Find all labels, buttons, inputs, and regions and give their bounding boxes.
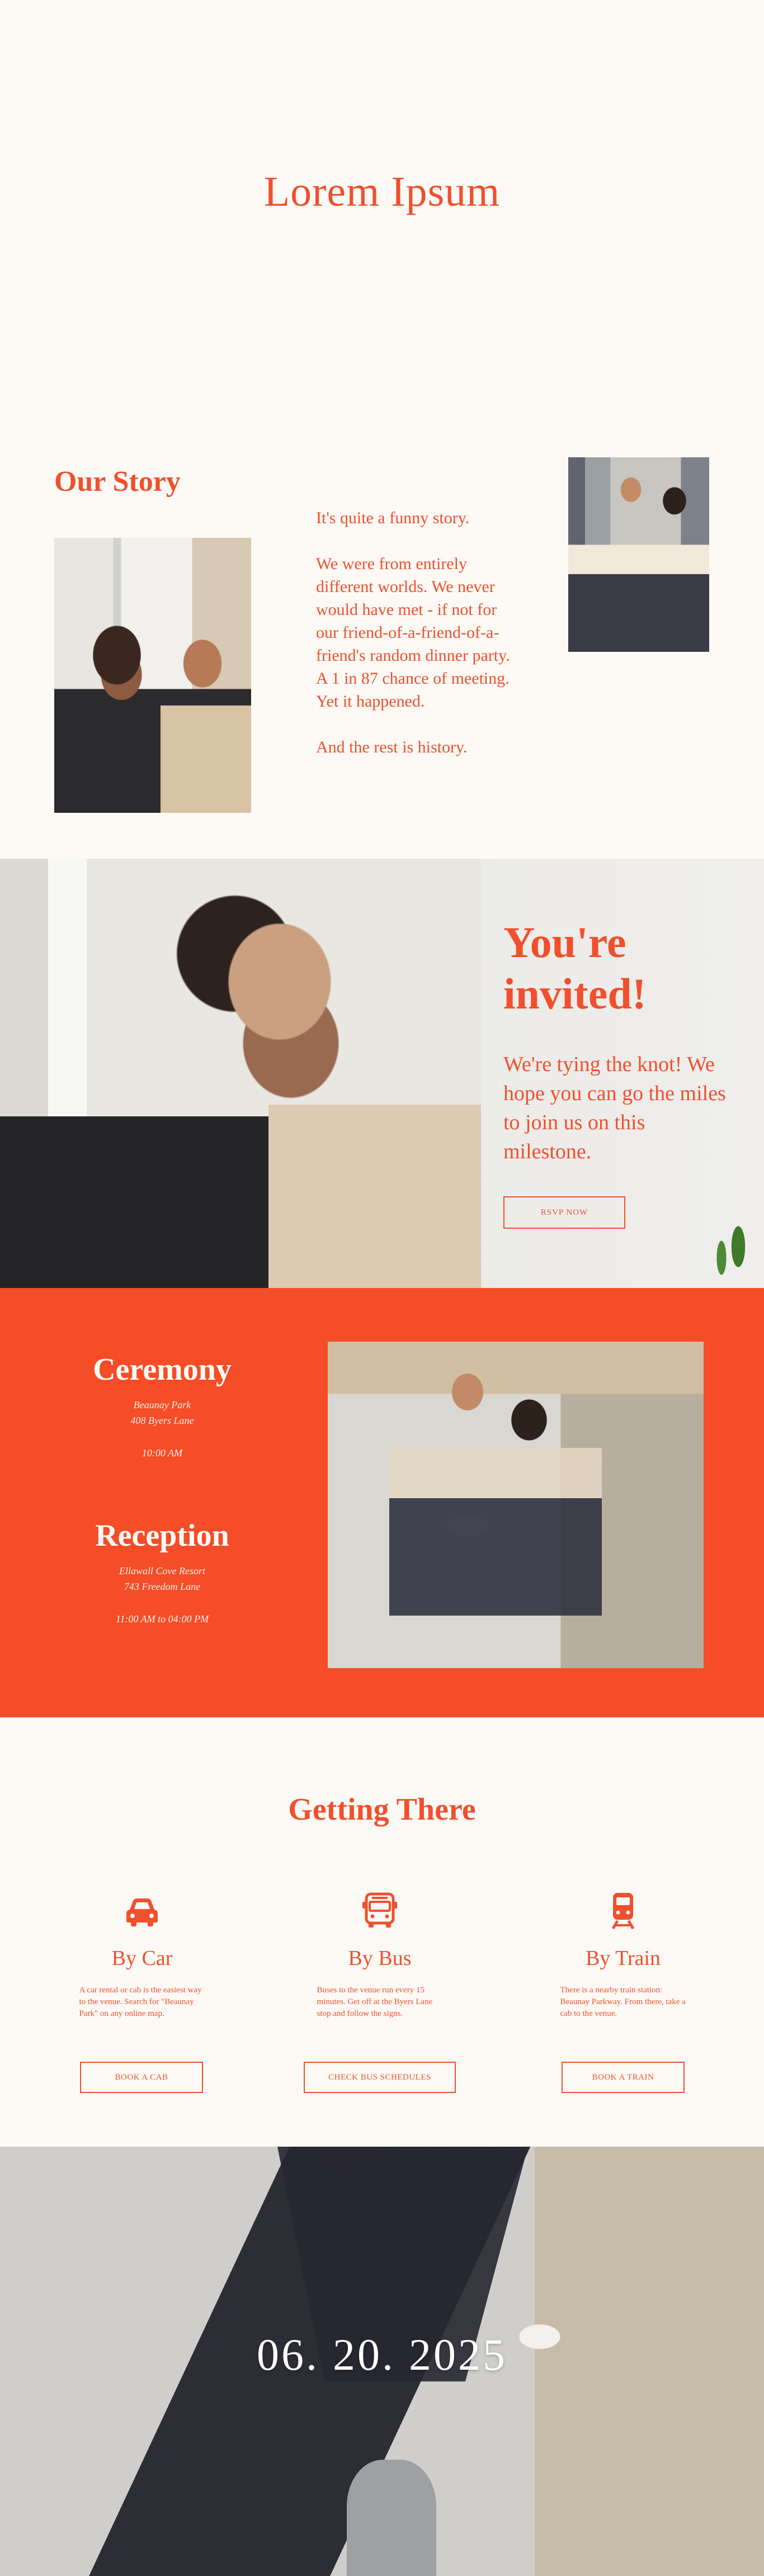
- reception-time: 11:00 AM to 04:00 PM: [115, 1613, 209, 1625]
- ceremony-time: 10:00 AM: [142, 1447, 183, 1459]
- car-icon: [126, 1898, 158, 1926]
- invite-photo-couple-embrace: [0, 859, 481, 1288]
- book-cab-button[interactable]: BOOK A CAB: [80, 2062, 203, 2093]
- travel-option-car: By Car A car rental or cab is the easies…: [58, 1888, 226, 2020]
- wedding-date: 06. 20. 2025: [257, 2331, 507, 2380]
- story-photo-couple-eating: [568, 457, 709, 652]
- story-paragraph: And the rest is history.: [316, 738, 468, 756]
- check-bus-schedules-button[interactable]: CHECK BUS SCHEDULES: [304, 2062, 456, 2093]
- event-photo-couple-floor: [328, 1342, 704, 1668]
- story-heading: Our Story: [54, 466, 181, 498]
- story-photo-couple-laughing: [54, 538, 251, 813]
- invite-heading: You're invited!: [503, 918, 647, 1018]
- reception-venue: Ellawall Cove Resort: [119, 1565, 205, 1576]
- travel-option-train: By Train There is a nearby train station…: [539, 1888, 707, 2020]
- travel-desc-car: A car rental or cab is the easiest way t…: [79, 1986, 202, 2018]
- ceremony-venue: Beaunay Park: [133, 1399, 191, 1410]
- hero-title: Lorem Ipsum: [263, 168, 501, 215]
- invite-text: We're tying the knot! We hope you can go…: [503, 1053, 726, 1163]
- ceremony-address: 408 Byers Lane: [130, 1415, 194, 1426]
- story-paragraph: We were from entirely different worlds. …: [316, 555, 510, 711]
- rsvp-button[interactable]: RSVP NOW: [503, 1196, 625, 1229]
- reception-block: Reception Ellawall Cove Resort 743 Freed…: [56, 1516, 268, 1627]
- ceremony-title: Ceremony: [93, 1352, 232, 1387]
- train-icon: [611, 1893, 635, 1930]
- travel-option-bus: By Bus Buses to the venue run every 15 m…: [296, 1888, 464, 2020]
- travel-title-car: By Car: [111, 1947, 173, 1970]
- travel-title-train: By Train: [585, 1947, 661, 1970]
- reception-address: 743 Freedom Lane: [124, 1581, 201, 1592]
- ceremony-block: Ceremony Beaunay Park 408 Byers Lane 10:…: [56, 1350, 268, 1461]
- travel-title-bus: By Bus: [348, 1947, 412, 1970]
- travel-desc-bus: Buses to the venue run every 15 minutes.…: [317, 1986, 433, 2018]
- book-train-button[interactable]: BOOK A TRAIN: [562, 2062, 685, 2093]
- travel-desc-train: There is a nearby train station: Beaunay…: [560, 1986, 686, 2018]
- plant-decoration: [688, 1202, 755, 1288]
- story-text: It's quite a funny story. We were from e…: [316, 506, 512, 782]
- getting-there-heading: Getting There: [288, 1792, 476, 1827]
- story-paragraph: It's quite a funny story.: [316, 509, 470, 527]
- bus-icon: [362, 1892, 397, 1928]
- reception-title: Reception: [95, 1518, 229, 1553]
